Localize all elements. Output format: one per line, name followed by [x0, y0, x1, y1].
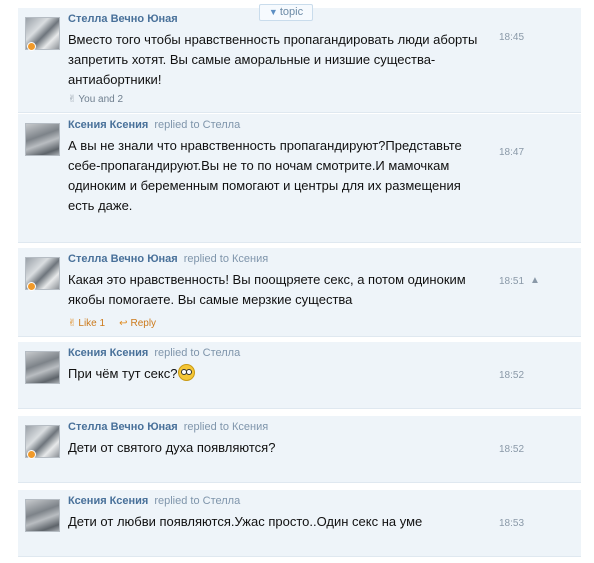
comment-time[interactable]: 18:51: [499, 276, 524, 287]
comment-header: Стелла Вечно Юная replied to Ксения: [68, 253, 268, 265]
avatar[interactable]: [25, 499, 60, 532]
comment-time[interactable]: 18:52: [499, 370, 524, 381]
comment-text: А вы не знали что нравственность пропага…: [68, 138, 462, 213]
comment-text: Дети от святого духа появляются?: [68, 440, 276, 455]
comment-header: Ксения Ксения replied to Стелла: [68, 119, 240, 131]
comment-actions: ✌ Like 1 ↩ Reply: [68, 318, 156, 329]
comment-item: Ксения Ксения replied to Стелла Дети от л…: [18, 490, 581, 557]
avatar[interactable]: [25, 351, 60, 384]
reply-button[interactable]: Reply: [130, 318, 156, 329]
comment-text-content: При чём тут секс?: [68, 366, 178, 381]
comment-text: Дети от любви появляются.Ужас просто..Од…: [68, 514, 423, 529]
replied-to-link[interactable]: replied to Ксения: [184, 253, 269, 265]
comment-header: Ксения Ксения replied to Стелла: [68, 347, 240, 359]
comment-header: Стелла Вечно Юная replied to Ксения: [68, 421, 268, 433]
comment-item: Ксения Ксения replied to Стелла А вы не з…: [18, 114, 581, 243]
author-link[interactable]: Ксения Ксения: [68, 119, 148, 131]
triangle-down-icon: ▼: [268, 7, 278, 17]
comment-actions: ✌ You and 2: [68, 94, 123, 105]
replied-to-link[interactable]: replied to Ксения: [184, 421, 269, 433]
comment-item: Стелла Вечно Юная replied to Ксения Какая…: [18, 248, 581, 337]
comment-header: Стелла Вечно Юная: [68, 13, 178, 25]
replied-to-link[interactable]: replied to Стелла: [154, 495, 240, 507]
like-button[interactable]: Like 1: [78, 318, 105, 329]
comment-time[interactable]: 18:47: [499, 147, 524, 158]
online-status-icon: [27, 42, 36, 51]
emoji-icon: [178, 364, 196, 381]
thumbs-up-icon[interactable]: ✌: [68, 318, 76, 329]
author-link[interactable]: Стелла Вечно Юная: [68, 421, 178, 433]
comment-item: Стелла Вечно Юная Вместо того чтобы нрав…: [18, 8, 581, 113]
replied-to-link[interactable]: replied to Стелла: [154, 347, 240, 359]
comment-item: Стелла Вечно Юная replied to Ксения Дети …: [18, 416, 581, 483]
comment-text: Какая это нравственность! Вы поощряете с…: [68, 272, 466, 307]
comment-header: Ксения Ксения replied to Стелла: [68, 495, 240, 507]
avatar[interactable]: [25, 123, 60, 156]
comment-time[interactable]: 18:52: [499, 444, 524, 455]
author-link[interactable]: Стелла Вечно Юная: [68, 253, 178, 265]
thumbs-up-icon[interactable]: ✌: [68, 94, 76, 105]
comment-item: Ксения Ксения replied to Стелла При чём т…: [18, 342, 581, 409]
author-link[interactable]: Ксения Ксения: [68, 495, 148, 507]
comment-time[interactable]: 18:45: [499, 32, 524, 43]
comment-text: При чём тут секс?: [68, 364, 483, 384]
report-warning-icon[interactable]: ▲: [530, 275, 540, 286]
online-status-icon: [27, 282, 36, 291]
online-status-icon: [27, 450, 36, 459]
author-link[interactable]: Стелла Вечно Юная: [68, 13, 178, 25]
reply-icon[interactable]: ↩: [119, 318, 127, 329]
topic-tab-label: topic: [279, 6, 304, 18]
replied-to-link[interactable]: replied to Стелла: [154, 119, 240, 131]
topic-tab[interactable]: ▼ topic: [259, 4, 313, 21]
comment-text: Вместо того чтобы нравственность пропага…: [68, 32, 478, 87]
comment-time[interactable]: 18:53: [499, 518, 524, 529]
likes-count[interactable]: You and 2: [78, 94, 123, 105]
author-link[interactable]: Ксения Ксения: [68, 347, 148, 359]
